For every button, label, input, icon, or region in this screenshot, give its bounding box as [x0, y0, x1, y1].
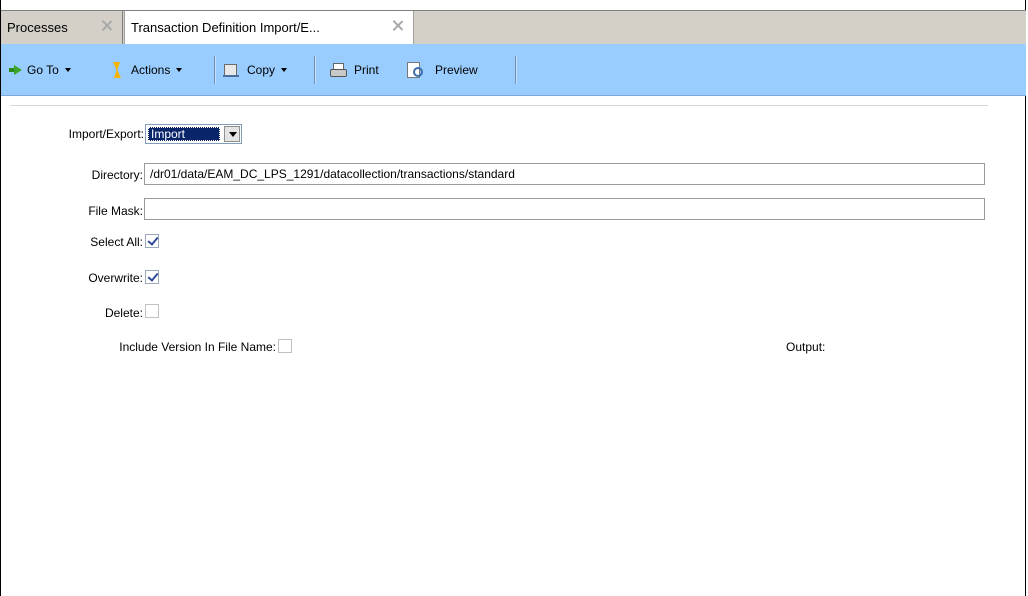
print-label: Print	[354, 63, 379, 77]
preview-icon	[405, 62, 423, 78]
overwrite-checkbox[interactable]	[145, 270, 159, 284]
chevron-down-icon	[176, 68, 183, 72]
directory-field[interactable]: /dr01/data/EAM_DC_LPS_1291/datacollectio…	[144, 163, 985, 185]
lightning-icon	[111, 62, 121, 78]
chevron-down-icon[interactable]	[224, 126, 240, 142]
tab-transaction-definition-label: Transaction Definition Import/E...	[131, 20, 320, 35]
tab-processes[interactable]: Processes	[1, 11, 123, 44]
file-mask-field[interactable]	[144, 198, 985, 220]
import-export-select[interactable]: Import	[145, 124, 242, 144]
divider	[10, 105, 988, 106]
arrow-right-icon	[9, 65, 23, 75]
goto-button[interactable]: Go To	[9, 44, 71, 96]
actions-label: Actions	[131, 63, 171, 77]
tab-transaction-definition[interactable]: Transaction Definition Import/E...	[124, 11, 414, 44]
output-label: Output:	[786, 340, 826, 354]
import-export-value: Import	[148, 127, 220, 141]
toolbar-separator	[314, 56, 316, 84]
preview-label: Preview	[435, 63, 478, 77]
toolbar: Go To Actions Copy Print Preview	[1, 44, 1026, 96]
copy-icon	[223, 63, 239, 77]
select-all-label: Select All:	[90, 235, 143, 249]
delete-label: Delete:	[104, 306, 143, 320]
printer-icon	[330, 63, 347, 77]
include-version-checkbox[interactable]	[278, 339, 292, 353]
print-button[interactable]: Print	[330, 44, 379, 96]
close-icon[interactable]	[391, 19, 405, 33]
chevron-down-icon	[281, 68, 288, 72]
toolbar-separator	[515, 56, 517, 84]
goto-label: Go To	[27, 63, 59, 77]
chevron-down-icon	[64, 68, 71, 72]
file-mask-label: File Mask:	[88, 204, 143, 218]
tab-strip: Processes Transaction Definition Import/…	[1, 10, 1026, 44]
overwrite-label: Overwrite:	[88, 271, 143, 285]
actions-button[interactable]: Actions	[111, 44, 183, 96]
close-icon[interactable]	[100, 19, 114, 33]
include-version-label: Include Version In File Name:	[119, 340, 276, 354]
delete-checkbox[interactable]	[145, 304, 159, 318]
toolbar-separator	[214, 56, 216, 84]
directory-label: Directory:	[91, 168, 143, 182]
copy-button[interactable]: Copy	[223, 44, 288, 96]
preview-button[interactable]: Preview	[405, 44, 478, 96]
select-all-checkbox[interactable]	[145, 234, 159, 248]
import-export-label: Import/Export:	[68, 127, 144, 141]
copy-label: Copy	[247, 63, 276, 77]
tab-processes-label: Processes	[7, 20, 68, 35]
